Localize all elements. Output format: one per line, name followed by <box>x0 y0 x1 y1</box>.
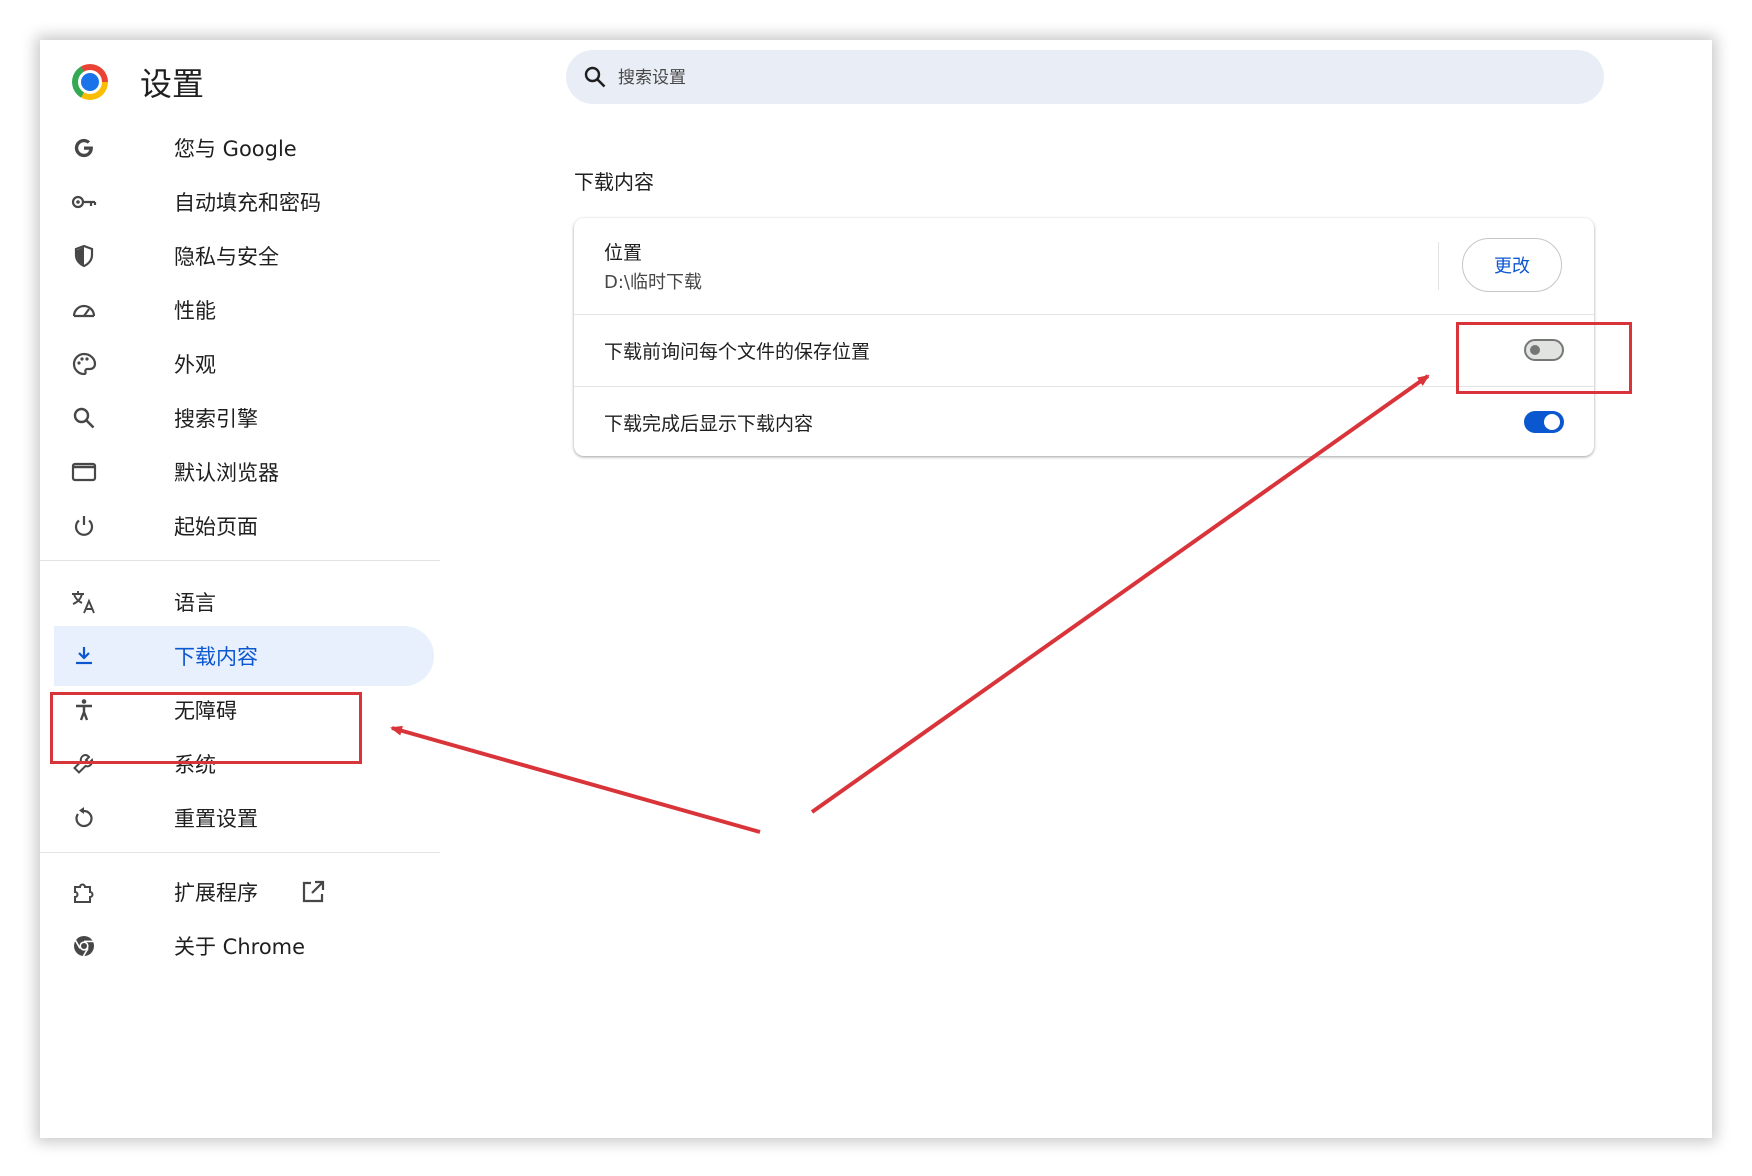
sidebar-item-you-and-google[interactable]: 您与 Google <box>54 118 434 178</box>
sidebar-item-label: 默认浏览器 <box>174 461 279 485</box>
ask-where-label: 下载前询问每个文件的保存位置 <box>604 341 871 363</box>
sidebar-item-about-chrome[interactable]: 关于 Chrome <box>54 916 434 976</box>
speedometer-icon <box>70 296 98 324</box>
settings-search[interactable] <box>566 50 1604 104</box>
sidebar-item-privacy[interactable]: 隐私与安全 <box>54 226 434 286</box>
palette-icon <box>70 350 98 378</box>
search-input[interactable] <box>616 60 1580 96</box>
sidebar-item-label: 重置设置 <box>174 807 258 831</box>
sidebar-item-languages[interactable]: 语言 <box>54 572 434 632</box>
key-icon <box>70 188 98 216</box>
show-after-label: 下载完成后显示下载内容 <box>604 413 814 435</box>
location-value: D:\临时下载 <box>604 272 702 293</box>
page-title: 设置 <box>140 65 205 103</box>
sidebar-item-performance[interactable]: 性能 <box>54 280 434 340</box>
download-icon <box>70 642 98 670</box>
downloads-card: 位置 D:\临时下载 更改 下载前询问每个文件的保存位置 下载完成后显示下载内容 <box>574 218 1594 456</box>
wrench-icon <box>70 750 98 778</box>
sidebar-item-startup[interactable]: 起始页面 <box>54 496 434 556</box>
sidebar-item-label: 搜索引擎 <box>174 407 258 431</box>
shield-icon <box>70 242 98 270</box>
translate-icon <box>70 588 98 616</box>
toggle-knob <box>1530 345 1540 355</box>
search-icon <box>582 64 608 90</box>
puzzle-icon <box>70 878 98 906</box>
sidebar-item-label: 扩展程序 <box>174 881 258 905</box>
location-label: 位置 <box>604 242 643 264</box>
sidebar-item-label: 系统 <box>174 753 216 777</box>
sidebar-item-appearance[interactable]: 外观 <box>54 334 434 394</box>
sidebar-item-default-browser[interactable]: 默认浏览器 <box>54 442 434 502</box>
browser-window-icon <box>70 458 98 486</box>
sidebar-item-label: 性能 <box>174 299 216 323</box>
sidebar-item-downloads[interactable]: 下载内容 <box>54 626 434 686</box>
sidebar-item-accessibility[interactable]: 无障碍 <box>54 680 434 740</box>
search-icon <box>70 404 98 432</box>
google-g-icon <box>70 134 98 162</box>
sidebar-item-label: 隐私与安全 <box>174 245 279 269</box>
reset-icon <box>70 804 98 832</box>
accessibility-icon <box>70 696 98 724</box>
sidebar-item-label: 您与 Google <box>174 137 297 161</box>
ask-where-toggle[interactable] <box>1524 339 1564 361</box>
sidebar-item-label: 起始页面 <box>174 515 258 539</box>
sidebar-item-label: 无障碍 <box>174 699 237 723</box>
sidebar-item-label: 自动填充和密码 <box>174 191 321 215</box>
sidebar-item-extensions[interactable]: 扩展程序 <box>54 862 434 922</box>
chrome-icon <box>70 932 98 960</box>
show-after-row[interactable]: 下载完成后显示下载内容 <box>574 387 1594 456</box>
sidebar-item-autofill[interactable]: 自动填充和密码 <box>54 172 434 232</box>
sidebar-divider <box>40 560 440 561</box>
sidebar-item-search-engine[interactable]: 搜索引擎 <box>54 388 434 448</box>
show-after-toggle[interactable] <box>1524 411 1564 433</box>
power-icon <box>70 512 98 540</box>
sidebar-item-label: 外观 <box>174 353 216 377</box>
brand: 设置 <box>72 60 204 104</box>
sidebar-item-label: 下载内容 <box>174 645 258 669</box>
chrome-logo-icon <box>72 64 108 100</box>
sidebar-item-reset[interactable]: 重置设置 <box>54 788 434 848</box>
sidebar-item-label: 关于 Chrome <box>174 935 306 959</box>
sidebar-item-label: 语言 <box>174 591 216 615</box>
change-location-button[interactable]: 更改 <box>1462 238 1562 292</box>
row-divider <box>1438 242 1439 290</box>
section-title: 下载内容 <box>574 170 654 194</box>
location-row: 位置 D:\临时下载 更改 <box>574 218 1594 314</box>
sidebar-item-system[interactable]: 系统 <box>54 734 434 794</box>
open-in-new-icon <box>300 879 326 905</box>
toggle-knob <box>1544 414 1560 430</box>
sidebar-divider <box>40 852 440 853</box>
ask-where-row[interactable]: 下载前询问每个文件的保存位置 <box>574 315 1594 385</box>
settings-window: 设置 您与 Google 自动填充和密码 隐私与安全 性能 外观 搜索引擎 默认… <box>40 40 1712 1138</box>
